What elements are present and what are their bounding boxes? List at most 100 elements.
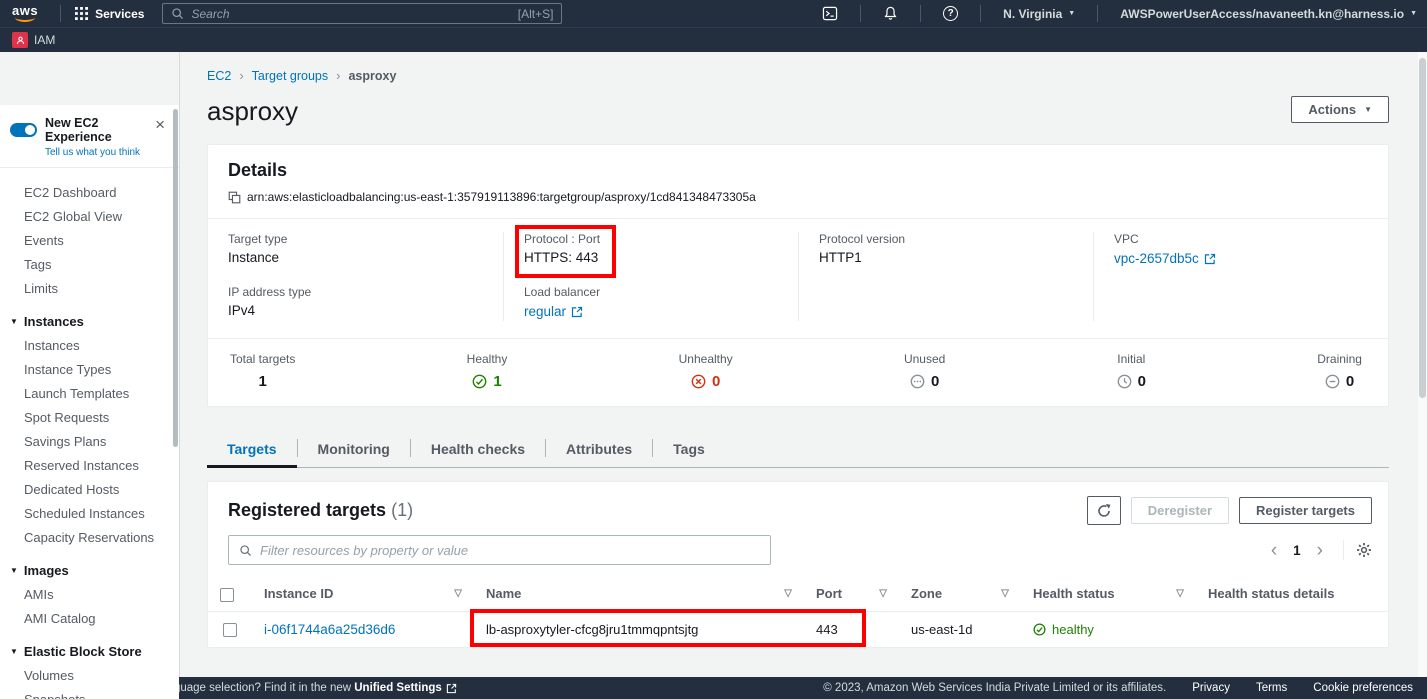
column-name: Name: [486, 586, 521, 601]
account-menu[interactable]: AWSPowerUserAccess/navaneeth.kn@harness.…: [1120, 7, 1417, 21]
tab-targets[interactable]: Targets: [207, 431, 297, 468]
sort-icon[interactable]: ▽: [1176, 588, 1184, 599]
filter-input-box[interactable]: [228, 535, 771, 565]
check-circle-icon: [472, 374, 487, 389]
services-menu-button[interactable]: Services: [71, 7, 148, 21]
sidebar-item-tags[interactable]: Tags: [0, 252, 179, 276]
breadcrumb-target-groups[interactable]: Target groups: [252, 69, 328, 83]
external-link-icon: [1204, 253, 1216, 265]
sidebar-item-limits[interactable]: Limits: [0, 276, 179, 300]
search-icon: [239, 544, 252, 557]
sidebar-item-spot-requests[interactable]: Spot Requests: [0, 405, 179, 429]
protocol-port-value: HTTPS: 443: [524, 250, 778, 265]
sort-icon[interactable]: ▽: [454, 588, 462, 599]
ellipsis-circle-icon: [910, 374, 925, 389]
select-all-checkbox[interactable]: [220, 588, 234, 602]
breadcrumb-ec2[interactable]: EC2: [207, 69, 231, 83]
register-targets-button[interactable]: Register targets: [1239, 497, 1372, 524]
sidebar-scrollbar[interactable]: [173, 109, 178, 447]
sidebar-section-images[interactable]: ▼Images: [0, 558, 179, 582]
deregister-button[interactable]: Deregister: [1131, 497, 1229, 524]
sidebar-section-instances[interactable]: ▼Instances: [0, 309, 179, 333]
sort-icon[interactable]: ▽: [1001, 588, 1009, 599]
notifications-bell-icon[interactable]: [883, 6, 898, 21]
tab-health-checks[interactable]: Health checks: [411, 431, 545, 468]
x-circle-icon: [691, 374, 706, 389]
close-icon[interactable]: ×: [151, 116, 169, 158]
instance-id-link[interactable]: i-06f1744a6a25d36d6: [264, 622, 395, 637]
initial-label: Initial: [1117, 352, 1146, 366]
vertical-scrollbar[interactable]: [1418, 52, 1427, 677]
healthy-value: 1: [467, 373, 508, 390]
next-page-icon[interactable]: ›: [1309, 541, 1331, 560]
filter-input[interactable]: [260, 543, 760, 558]
target-zone: us-east-1d: [911, 622, 972, 637]
sidebar-item-instance-types[interactable]: Instance Types: [0, 357, 179, 381]
unused-label: Unused: [904, 352, 945, 366]
privacy-link[interactable]: Privacy: [1192, 682, 1230, 694]
search-input[interactable]: [191, 7, 510, 21]
target-health-summary: Total targets 1 Healthy 1 Unhealthy 0: [208, 338, 1388, 406]
sort-icon[interactable]: ▽: [784, 588, 792, 599]
sidebar-section-elastic-block-store[interactable]: ▼Elastic Block Store: [0, 639, 179, 663]
sidebar-item-ec2-dashboard[interactable]: EC2 Dashboard: [0, 180, 179, 204]
aws-logo[interactable]: aws: [12, 5, 38, 22]
tell-us-link[interactable]: Tell us what you think: [45, 147, 151, 158]
ip-address-type-label: IP address type: [228, 285, 483, 299]
help-icon[interactable]: ?: [943, 6, 958, 21]
divider: [1343, 540, 1344, 560]
terms-link[interactable]: Terms: [1256, 682, 1287, 694]
sidebar-item-launch-templates[interactable]: Launch Templates: [0, 381, 179, 405]
sidebar-item-capacity-reservations[interactable]: Capacity Reservations: [0, 525, 179, 549]
cloudshell-icon[interactable]: [822, 6, 838, 21]
refresh-button[interactable]: [1087, 496, 1121, 525]
sidebar-item-snapshots[interactable]: Snapshots: [0, 687, 179, 699]
tab-tags[interactable]: Tags: [653, 431, 725, 468]
breadcrumb-separator: ›: [336, 68, 340, 83]
total-targets-label: Total targets: [230, 352, 295, 366]
settings-gear-icon[interactable]: [1356, 542, 1372, 558]
actions-button[interactable]: Actions ▼: [1291, 96, 1389, 123]
sidebar-item-reserved-instances[interactable]: Reserved Instances: [0, 453, 179, 477]
external-link-icon: [446, 683, 457, 694]
draining-label: Draining: [1317, 352, 1362, 366]
chevron-down-icon: ▼: [1068, 10, 1075, 17]
health-status-badge: healthy: [1033, 622, 1184, 637]
copy-icon[interactable]: [228, 191, 241, 204]
sidebar-item-volumes[interactable]: Volumes: [0, 663, 179, 687]
sidebar-item-ec2-global-view[interactable]: EC2 Global View: [0, 204, 179, 228]
favorite-iam[interactable]: IAM: [12, 32, 55, 48]
divider: [920, 5, 921, 22]
divider: [860, 5, 861, 22]
region-selector[interactable]: N. Virginia ▼: [1003, 7, 1075, 21]
tab-attributes[interactable]: Attributes: [546, 431, 652, 468]
sidebar-item-instances[interactable]: Instances: [0, 333, 179, 357]
load-balancer-link[interactable]: regular: [524, 304, 583, 319]
cookie-preferences-link[interactable]: Cookie preferences: [1313, 682, 1413, 694]
chevron-down-icon: ▼: [10, 566, 18, 575]
sidebar-item-scheduled-instances[interactable]: Scheduled Instances: [0, 501, 179, 525]
total-targets-value: 1: [230, 373, 295, 390]
tab-monitoring[interactable]: Monitoring: [298, 431, 410, 468]
sidebar-item-savings-plans[interactable]: Savings Plans: [0, 429, 179, 453]
external-link-icon: [571, 306, 583, 318]
previous-page-icon[interactable]: ‹: [1263, 541, 1285, 560]
current-page[interactable]: 1: [1289, 543, 1305, 558]
load-balancer-label: Load balancer: [524, 285, 778, 299]
sidebar-item-ami-catalog[interactable]: AMI Catalog: [0, 606, 179, 630]
protocol-port-label: Protocol : Port: [524, 232, 778, 246]
details-title: Details: [228, 160, 1368, 181]
registered-targets-count: (1): [391, 500, 413, 520]
global-search[interactable]: [Alt+S]: [162, 3, 562, 24]
sidebar-item-events[interactable]: Events: [0, 228, 179, 252]
unified-settings-link[interactable]: Unified Settings: [354, 682, 457, 694]
vpc-link[interactable]: vpc-2657db5c: [1114, 251, 1216, 266]
sidebar-item-amis[interactable]: AMIs: [0, 582, 179, 606]
chevron-down-icon: ▼: [10, 647, 18, 656]
row-checkbox[interactable]: [223, 623, 237, 637]
details-card: Details arn:aws:elasticloadbalancing:us-…: [207, 144, 1389, 407]
sidebar-item-dedicated-hosts[interactable]: Dedicated Hosts: [0, 477, 179, 501]
page-title: asproxy: [207, 96, 298, 127]
new-experience-toggle[interactable]: [10, 123, 37, 137]
sort-icon[interactable]: ▽: [879, 588, 887, 599]
